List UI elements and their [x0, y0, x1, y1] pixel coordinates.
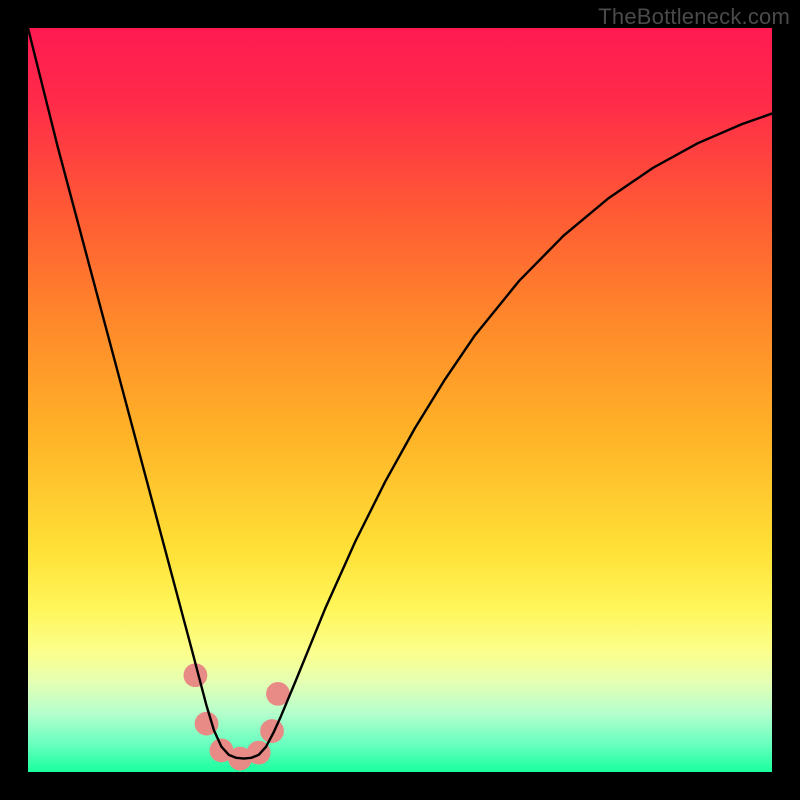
plot-container [28, 28, 772, 772]
watermark-text: TheBottleneck.com [598, 4, 790, 30]
app-frame: TheBottleneck.com [0, 0, 800, 800]
chart-background [28, 28, 772, 772]
marker-dot [260, 719, 284, 743]
bottleneck-chart [28, 28, 772, 772]
